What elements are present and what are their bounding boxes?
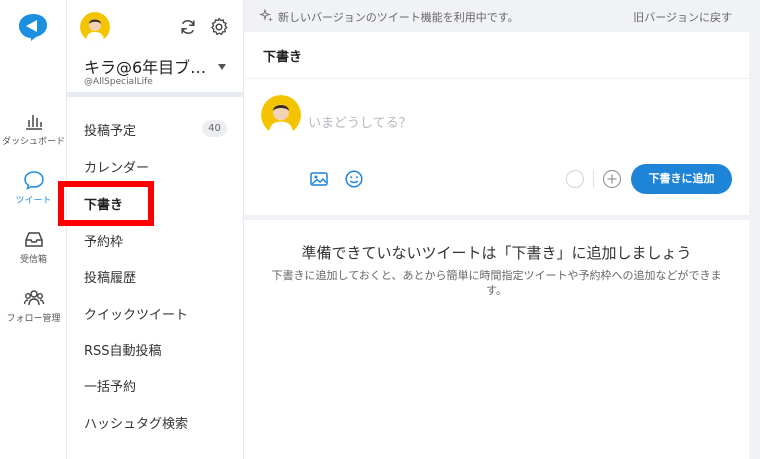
rail-item-tweet[interactable]: ツイート xyxy=(0,170,67,206)
rail-label: フォロー管理 xyxy=(6,314,61,324)
menu-item-hashtag-search[interactable]: ハッシュタグ検索 xyxy=(84,413,188,432)
rail-item-dashboard[interactable]: ダッシュボード xyxy=(0,111,67,147)
add-thread-icon[interactable] xyxy=(602,169,622,189)
user-name[interactable]: キラ@6年目ブ… xyxy=(84,54,210,78)
bar-chart-icon xyxy=(25,115,42,130)
old-version-link[interactable]: 旧バージョンに戻す xyxy=(633,9,732,25)
empty-state-card: 準備できていないツイートは「下書き」に追加しましょう 下書きに追加しておくと、あ… xyxy=(244,220,749,459)
version-notice-bar: 新しいバージョンのツイート機能を利用中です。 旧バージョンに戻す xyxy=(244,0,760,32)
empty-state-title: 準備できていないツイートは「下書き」に追加しましょう xyxy=(301,244,692,262)
inbox-icon xyxy=(24,232,43,247)
sparkle-icon xyxy=(260,9,273,22)
user-handle: @AllSpecialLife xyxy=(84,77,153,87)
avatar-image xyxy=(261,95,301,135)
sidebar: キラ@6年目ブ… @AllSpecialLife 投稿予定 40 カレンダー 下… xyxy=(67,0,244,459)
menu-item-calendar[interactable]: カレンダー xyxy=(84,157,149,176)
draft-composer-card: 下書き いまどうしてる？ 下書きに追加 xyxy=(244,32,749,215)
menu-item-slots[interactable]: 予約枠 xyxy=(84,231,123,250)
rail-label: 受信箱 xyxy=(19,255,47,265)
icon-rail: ダッシュボード ツイート 受信箱 フォロー管理 xyxy=(0,0,67,459)
image-icon[interactable] xyxy=(309,169,329,189)
avatar[interactable] xyxy=(80,12,110,42)
rail-label: ダッシュボード xyxy=(1,137,65,147)
empty-state-description: 下書きに追加しておくと、あとから簡単に時間指定ツイートや予約枠への追加などができ… xyxy=(271,269,722,297)
tweet-input[interactable]: いまどうしてる？ xyxy=(308,112,412,131)
avatar-image xyxy=(80,12,110,42)
page-title: 下書き xyxy=(263,50,303,65)
chevron-down-icon[interactable] xyxy=(218,64,226,70)
divider xyxy=(244,78,749,79)
menu-item-history[interactable]: 投稿履歴 xyxy=(84,267,136,286)
toolbar-separator xyxy=(593,170,594,188)
menu-item-rss[interactable]: RSS自動投稿 xyxy=(84,340,162,359)
rail-item-inbox[interactable]: 受信箱 xyxy=(0,229,67,265)
refresh-icon[interactable] xyxy=(178,17,198,37)
rail-item-follow-management[interactable]: フォロー管理 xyxy=(0,288,67,324)
character-counter-ring xyxy=(566,170,584,188)
app-logo-icon[interactable] xyxy=(17,12,49,42)
add-to-drafts-button[interactable]: 下書きに追加 xyxy=(631,164,732,194)
composer-avatar xyxy=(261,95,301,135)
people-icon xyxy=(23,290,44,306)
menu-item-bulk[interactable]: 一括予約 xyxy=(84,376,136,395)
menu-item-quick-tweet[interactable]: クイックツイート xyxy=(84,304,188,323)
speech-bubble-icon xyxy=(23,171,44,190)
menu-item-scheduled[interactable]: 投稿予定 xyxy=(84,120,136,139)
profile-section: キラ@6年目ブ… @AllSpecialLife xyxy=(67,0,243,97)
rail-label: ツイート xyxy=(15,196,52,206)
scheduled-count-badge: 40 xyxy=(202,120,227,137)
emoji-icon[interactable] xyxy=(344,169,364,189)
gear-icon[interactable] xyxy=(209,17,229,37)
notice-message: 新しいバージョンのツイート機能を利用中です。 xyxy=(278,11,519,24)
highlight-annotation xyxy=(58,181,154,226)
